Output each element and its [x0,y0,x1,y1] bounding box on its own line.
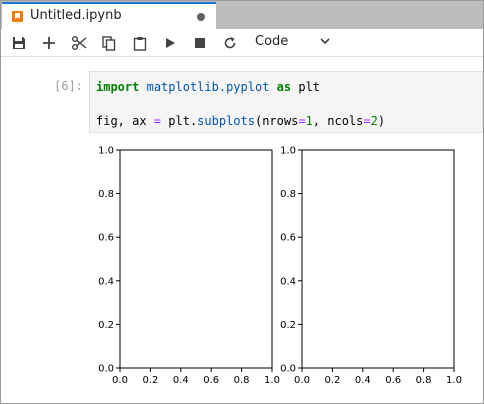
y-tick-label: 0.2 [280,320,296,331]
chevron-down-icon [320,38,330,45]
paste-icon [133,36,147,51]
tab-bar: Untitled.ipynb [1,1,483,29]
x-tick-label: 0.8 [416,375,432,386]
cut-icon [72,36,87,50]
function-name: subplots [197,114,255,128]
y-tick-label: 0.4 [98,276,114,287]
alias-name: plt [298,80,321,94]
assign-operator: = [153,114,162,128]
cell-output: 0.0 0.2 0.4 0.6 0.8 1.0 0.0 0.2 0.4 0.6 0.8 1.0 0.0 0… [1,141,483,391]
tab-title: Untitled.ipynb [30,8,122,23]
y-tick-label: 0.8 [98,189,114,200]
insert-cell-button[interactable] [39,33,59,53]
code-line-2: fig, ax = plt.subplots(nrows=1, ncols=2) [96,114,385,128]
subplots-figure: 0.0 0.2 0.4 0.6 0.8 1.00.00.20.40.60.81.00.0 0… [98,146,462,387]
keyword-import: import [96,80,140,94]
x-tick-label: 1.0 [264,375,280,386]
x-tick-label: 0.4 [173,375,189,386]
unsaved-dot-icon[interactable] [197,13,205,21]
run-button[interactable] [160,33,180,53]
arg-eq-1: = [298,114,306,128]
module-name: matplotlib.pyplot [146,80,270,94]
restart-button[interactable] [220,33,240,53]
code-cell-editor[interactable]: import matplotlib.pyplot as plt fig, ax … [89,71,483,133]
arg-eq-2: = [363,114,371,128]
run-icon [166,38,175,48]
notebook-icon [12,11,23,22]
arg-ncols: , ncols [312,114,364,128]
y-tick-label: 0.6 [280,233,296,244]
notebook-window: Untitled.ipynb Code [6]: import matplotl… [0,0,484,404]
y-tick-label: 0.4 [280,276,296,287]
paste-button[interactable] [130,33,150,53]
y-tick-label: 0.0 [280,364,296,375]
y-tick-label: 1.0 [280,146,296,157]
stop-icon [195,38,205,48]
y-tick-label: 0.2 [98,320,114,331]
cut-button[interactable] [69,33,89,53]
x-tick-label: 0.8 [234,375,250,386]
y-tick-label: 0.0 [98,364,114,375]
x-tick-label: 0.0 [294,375,310,386]
axes-frame [119,149,273,369]
y-tick-label: 1.0 [98,146,114,157]
axes-2: 0.0 0.2 0.4 0.6 0.8 1.0 0.0 0.2 0.4 0.6 0.8 1.0 [280,146,462,387]
x-tick-label: 0.0 [112,375,128,386]
interrupt-button[interactable] [190,33,210,53]
axes-frame [301,149,455,369]
plt-ref: plt. [168,114,198,128]
execution-count: [6]: [54,79,83,93]
x-tick-label: 0.2 [324,375,340,386]
keyword-as: as [276,80,292,94]
arg-nrows: (nrows [254,114,299,128]
y-tick-label: 0.8 [280,189,296,200]
x-tick-label: 0.4 [355,375,371,386]
tab-untitled-notebook[interactable]: Untitled.ipynb [2,2,216,29]
x-tick-label: 0.6 [385,375,401,386]
restart-icon [224,37,236,49]
axes-1: 0.0 0.2 0.4 0.6 0.8 1.0 0.0 0.2 0.4 0.6 0.8 1.0 [98,146,280,387]
cell-type-select[interactable]: Code [255,32,337,53]
x-tick-label: 0.2 [142,375,158,386]
close-paren: ) [377,114,386,128]
x-tick-label: 1.0 [446,375,462,386]
notebook-toolbar: Code [1,29,483,57]
arg-value-2: 2 [370,114,378,128]
save-icon [13,37,25,49]
code-line-1: import matplotlib.pyplot as plt [96,80,320,94]
assign-targets: fig, ax [96,114,154,128]
save-button[interactable] [9,33,29,53]
cell-type-value: Code [255,34,289,49]
y-tick-label: 0.6 [98,233,114,244]
add-icon [43,37,55,49]
copy-button[interactable] [99,33,119,53]
copy-icon [102,35,116,51]
x-tick-label: 0.6 [203,375,219,386]
arg-value-1: 1 [305,114,313,128]
